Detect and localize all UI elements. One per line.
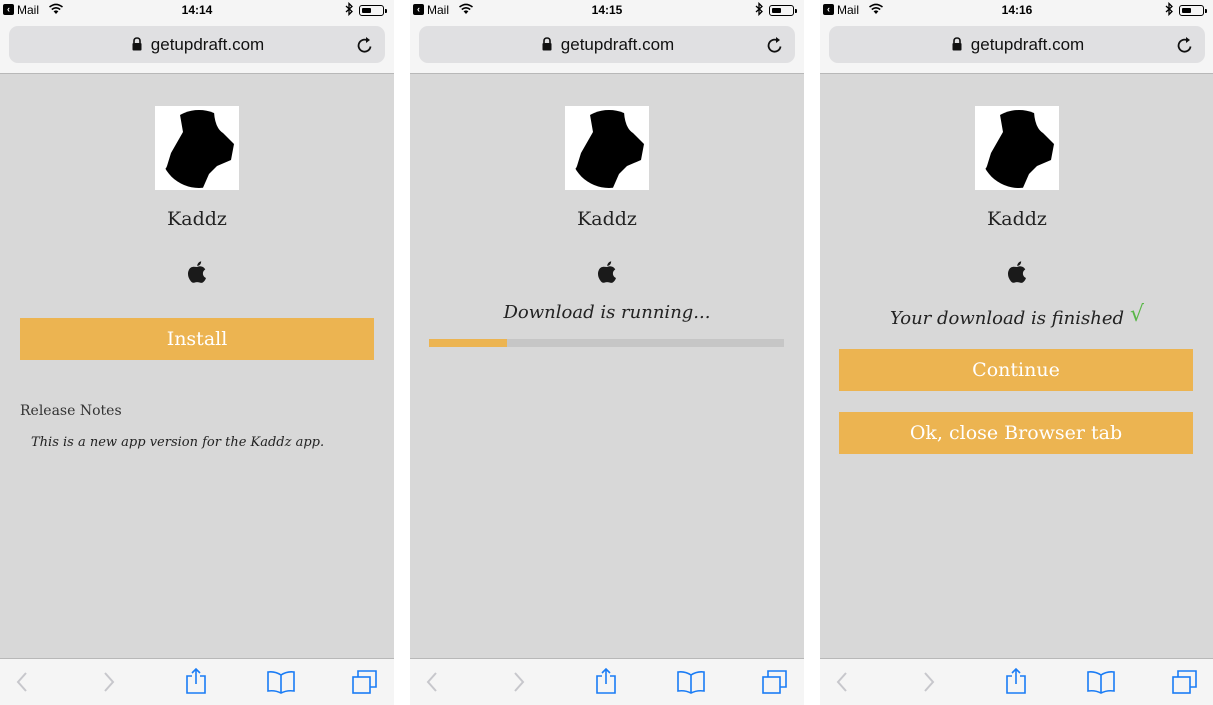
close-browser-tab-button[interactable]: Ok, close Browser tab: [839, 412, 1193, 454]
page-content: Kaddz Your download is finished √ Continu…: [820, 75, 1213, 658]
status-time: 14:15: [591, 3, 623, 17]
status-bar: ‹ Mail 14:15: [410, 0, 804, 20]
download-finished-message: Your download is finished √: [820, 302, 1213, 330]
continue-button[interactable]: Continue: [839, 349, 1193, 391]
lock-icon: [542, 36, 552, 50]
download-finished-text: Your download is finished: [889, 308, 1125, 329]
apple-icon: [597, 261, 616, 283]
status-bar: ‹ Mail 14:16: [820, 0, 1213, 20]
browser-toolbar: [820, 658, 1213, 705]
share-icon[interactable]: [1005, 667, 1027, 695]
browser-toolbar: [410, 658, 804, 705]
status-time: 14:14: [181, 3, 213, 17]
back-icon[interactable]: [14, 669, 30, 695]
share-icon[interactable]: [595, 667, 617, 695]
phone-screen-install: ‹ Mail 14:14 getupdraft.com Kaddz Instal…: [0, 0, 394, 705]
release-notes-text: This is a new app version for the Kaddz …: [31, 435, 325, 450]
address-bar[interactable]: getupdraft.com: [419, 26, 795, 63]
bluetooth-icon: [345, 2, 353, 16]
browser-header: ‹ Mail 14:16 getupdraft.com: [820, 0, 1213, 74]
tabs-icon[interactable]: [1171, 669, 1199, 695]
app-name: Kaddz: [577, 208, 637, 230]
forward-icon[interactable]: [511, 669, 527, 695]
bluetooth-icon: [1165, 2, 1173, 16]
browser-header: ‹ Mail 14:15 getupdraft.com: [410, 0, 804, 74]
app-logo-icon: [155, 106, 239, 190]
page-content: Kaddz Install Release Notes This is a ne…: [0, 75, 394, 658]
share-icon[interactable]: [185, 667, 207, 695]
forward-icon[interactable]: [101, 669, 117, 695]
forward-icon[interactable]: [921, 669, 937, 695]
check-icon: √: [1130, 302, 1145, 327]
lock-icon: [952, 36, 962, 50]
address-bar[interactable]: getupdraft.com: [829, 26, 1205, 63]
reload-icon[interactable]: [1174, 34, 1196, 56]
install-button[interactable]: Install: [20, 318, 374, 360]
bluetooth-icon: [755, 2, 763, 16]
browser-header: ‹ Mail 14:14 getupdraft.com: [0, 0, 394, 74]
phone-screen-downloading: ‹ Mail 14:15 getupdraft.com Kaddz Downlo…: [410, 0, 804, 705]
lock-icon: [132, 36, 142, 50]
address-bar[interactable]: getupdraft.com: [9, 26, 385, 63]
apple-icon: [1007, 261, 1026, 283]
tabs-icon[interactable]: [761, 669, 789, 695]
download-progress-bar: [429, 339, 784, 347]
url-text: getupdraft.com: [970, 34, 1085, 54]
app-logo-icon: [975, 106, 1059, 190]
url-text: getupdraft.com: [560, 34, 675, 54]
browser-toolbar: [0, 658, 394, 705]
battery-icon: [769, 5, 797, 16]
download-status-text: Download is running...: [503, 302, 711, 323]
app-logo-icon: [565, 106, 649, 190]
url-text: getupdraft.com: [150, 34, 265, 54]
release-notes-title: Release Notes: [20, 403, 122, 419]
back-icon[interactable]: [424, 669, 440, 695]
back-icon[interactable]: [834, 669, 850, 695]
status-time: 14:16: [1001, 3, 1033, 17]
download-progress-fill: [429, 339, 508, 347]
reload-icon[interactable]: [354, 34, 376, 56]
phone-screen-finished: ‹ Mail 14:16 getupdraft.com Kaddz Your d…: [820, 0, 1213, 705]
reload-icon[interactable]: [764, 34, 786, 56]
status-bar: ‹ Mail 14:14: [0, 0, 394, 20]
battery-icon: [1179, 5, 1207, 16]
bookmarks-icon[interactable]: [676, 669, 706, 695]
battery-icon: [359, 5, 387, 16]
bookmarks-icon[interactable]: [1086, 669, 1116, 695]
bookmarks-icon[interactable]: [266, 669, 296, 695]
page-content: Kaddz Download is running...: [410, 75, 804, 658]
tabs-icon[interactable]: [351, 669, 379, 695]
app-name: Kaddz: [987, 208, 1047, 230]
app-name: Kaddz: [167, 208, 227, 230]
apple-icon: [187, 261, 206, 283]
